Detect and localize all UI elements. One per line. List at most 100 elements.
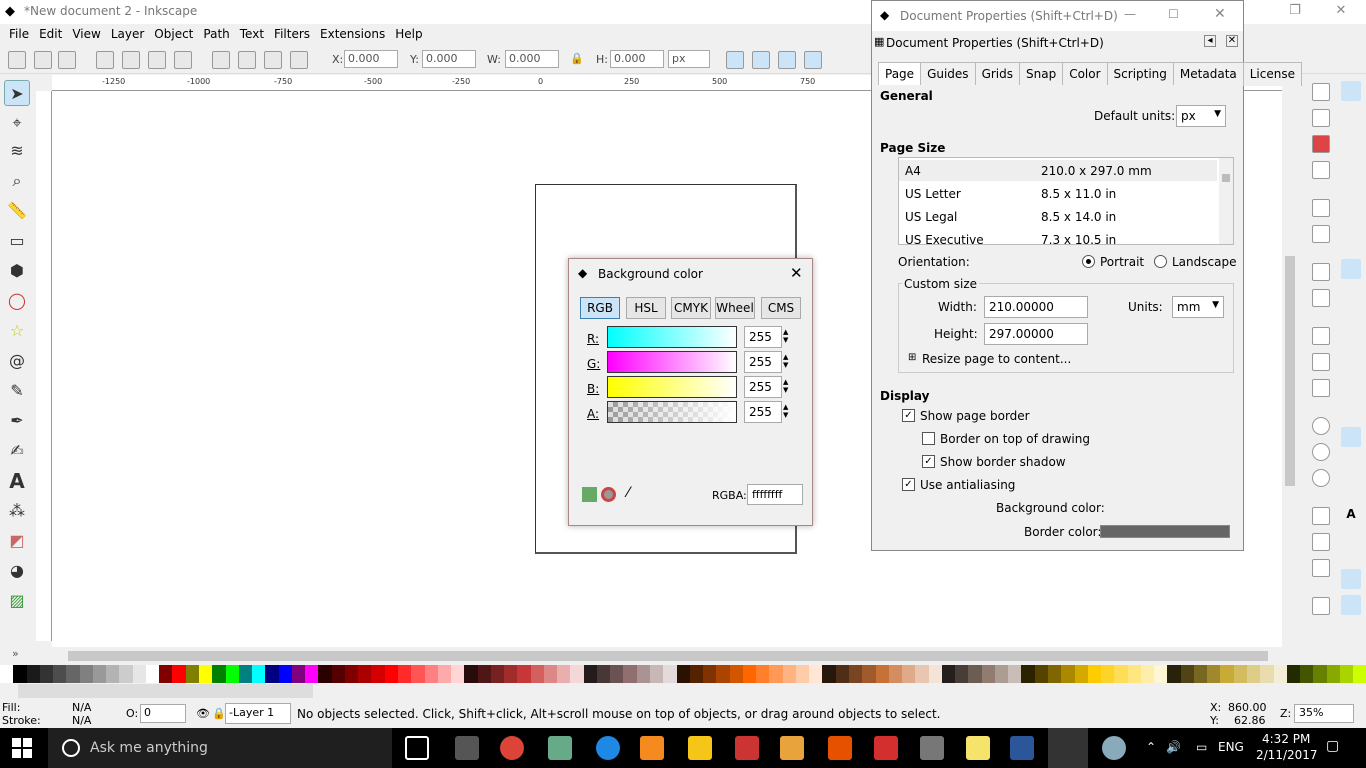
new-document-icon[interactable]: [1312, 83, 1330, 101]
palette-swatch[interactable]: [663, 665, 677, 683]
export-icon[interactable]: [1312, 225, 1330, 243]
palette-swatch[interactable]: [1233, 665, 1247, 683]
a-slider[interactable]: [607, 401, 737, 423]
open-icon[interactable]: [1312, 109, 1330, 127]
palette-swatch[interactable]: [1286, 665, 1301, 683]
list-item-name[interactable]: US Executive: [905, 233, 984, 244]
clock-time[interactable]: 4:32 PM: [1262, 732, 1310, 746]
mode-hsl-button[interactable]: HSL: [626, 297, 666, 319]
palette-swatch[interactable]: [358, 665, 372, 683]
star-tool-icon[interactable]: ☆: [4, 318, 30, 344]
chrome-icon[interactable]: [500, 736, 524, 760]
file-explorer-icon[interactable]: [688, 736, 712, 760]
lower-bottom-icon[interactable]: [212, 51, 230, 69]
save-icon[interactable]: [1312, 135, 1330, 153]
palette-swatch[interactable]: [1047, 665, 1062, 683]
group-icon[interactable]: [1312, 597, 1330, 615]
zoom-selection-icon[interactable]: [1312, 417, 1330, 435]
palette-swatch[interactable]: [623, 665, 637, 683]
menu-object[interactable]: Object: [149, 27, 198, 41]
a-input[interactable]: 255: [744, 401, 782, 423]
vscroll-thumb[interactable]: [1285, 256, 1295, 486]
move-gradients-icon[interactable]: [778, 51, 796, 69]
g-slider[interactable]: [607, 351, 737, 373]
palette-swatch[interactable]: [1207, 665, 1221, 683]
palette-swatch[interactable]: [79, 665, 93, 683]
palette-swatch[interactable]: [636, 665, 651, 683]
menu-view[interactable]: View: [67, 27, 105, 41]
minimize-icon[interactable]: —: [1124, 7, 1136, 21]
palette-swatch[interactable]: [769, 665, 783, 683]
palette-swatch[interactable]: [1167, 665, 1181, 683]
list-item-dims[interactable]: 8.5 x 14.0 in: [1041, 210, 1116, 224]
tab-license[interactable]: License: [1242, 62, 1302, 86]
app-icon-5[interactable]: [1102, 736, 1126, 760]
app-icon-1[interactable]: [548, 736, 572, 760]
rotate-cw-icon[interactable]: [122, 51, 140, 69]
snap-bbox-edge-icon[interactable]: [1341, 145, 1361, 165]
3d-box-tool-icon[interactable]: ⬢: [4, 258, 30, 284]
page-size-list[interactable]: A4 210.0 x 297.0 mm US Letter 8.5 x 11.0…: [898, 157, 1234, 245]
palette-swatch[interactable]: [1127, 665, 1141, 683]
palette-swatch[interactable]: [424, 665, 438, 683]
media-player-icon[interactable]: [640, 736, 664, 760]
palette-swatch[interactable]: [1087, 665, 1102, 683]
palette-swatch[interactable]: [1154, 665, 1168, 683]
palette-swatch[interactable]: [809, 665, 823, 683]
b-slider[interactable]: [607, 376, 737, 398]
tab-guides[interactable]: Guides: [920, 62, 976, 86]
portrait-radio[interactable]: [1082, 255, 1095, 268]
palette-swatch[interactable]: [397, 665, 412, 683]
inkscape-taskbar-icon[interactable]: [1048, 728, 1088, 768]
snap-others-icon[interactable]: [1341, 427, 1361, 447]
y-input[interactable]: 0.000: [422, 50, 476, 68]
node-tool-icon[interactable]: ⌖: [4, 110, 30, 136]
tab-metadata[interactable]: Metadata: [1172, 62, 1244, 86]
palette-swatch[interactable]: [981, 665, 995, 683]
menu-filters[interactable]: Filters: [269, 27, 315, 41]
palette-swatch[interactable]: [517, 665, 531, 683]
clone-icon[interactable]: [1312, 533, 1330, 551]
palette-swatch[interactable]: [1140, 665, 1155, 683]
x-input[interactable]: 0.000: [344, 50, 398, 68]
palette-swatch[interactable]: [849, 665, 863, 683]
palette-swatch[interactable]: [13, 665, 27, 683]
mode-cms-button[interactable]: CMS: [761, 297, 801, 319]
ellipse-tool-icon[interactable]: ◯: [4, 288, 30, 314]
layer-select[interactable]: -Layer 1: [225, 703, 291, 724]
palette-swatch[interactable]: [1313, 665, 1327, 683]
palette-swatch[interactable]: [1061, 665, 1075, 683]
rectangle-tool-icon[interactable]: ▭: [4, 228, 30, 254]
redo-icon[interactable]: [1312, 289, 1330, 307]
matlab-icon[interactable]: [828, 736, 852, 760]
flip-vertical-icon[interactable]: [174, 51, 192, 69]
panel-detach-icon[interactable]: ◂: [1204, 35, 1216, 47]
palette-swatch[interactable]: [159, 665, 173, 683]
tweak-tool-icon[interactable]: ≋: [4, 138, 30, 164]
border-color-swatch[interactable]: [1100, 525, 1230, 538]
palette-swatch[interactable]: [689, 665, 704, 683]
palette-swatch[interactable]: [557, 665, 571, 683]
snap-cusp-icon[interactable]: [1341, 339, 1361, 359]
menu-extensions[interactable]: Extensions: [315, 27, 390, 41]
snap-bbox-icon[interactable]: [1341, 119, 1361, 139]
eraser-tool-icon[interactable]: ◩: [4, 528, 30, 554]
spray-tool-icon[interactable]: ⁂: [4, 498, 30, 524]
print-icon[interactable]: [1312, 161, 1330, 179]
r-slider[interactable]: [607, 326, 737, 348]
w-input[interactable]: 0.000: [505, 50, 559, 68]
bgcolor-close-button[interactable]: ✕: [790, 264, 803, 282]
list-scrollbar[interactable]: [1219, 158, 1233, 244]
palette-swatch[interactable]: [225, 665, 239, 683]
lower-icon[interactable]: [238, 51, 256, 69]
palette-swatch[interactable]: [198, 665, 213, 683]
tab-scripting[interactable]: Scripting: [1106, 62, 1174, 86]
palette-swatch[interactable]: [92, 665, 107, 683]
palette-swatch[interactable]: [1074, 665, 1088, 683]
palette-swatch[interactable]: [822, 665, 836, 683]
palette-swatch[interactable]: [650, 665, 664, 683]
palette-swatch[interactable]: [1034, 665, 1048, 683]
undo-icon[interactable]: [1312, 263, 1330, 281]
palette-swatch[interactable]: [238, 665, 253, 683]
tab-page[interactable]: Page: [878, 62, 922, 86]
